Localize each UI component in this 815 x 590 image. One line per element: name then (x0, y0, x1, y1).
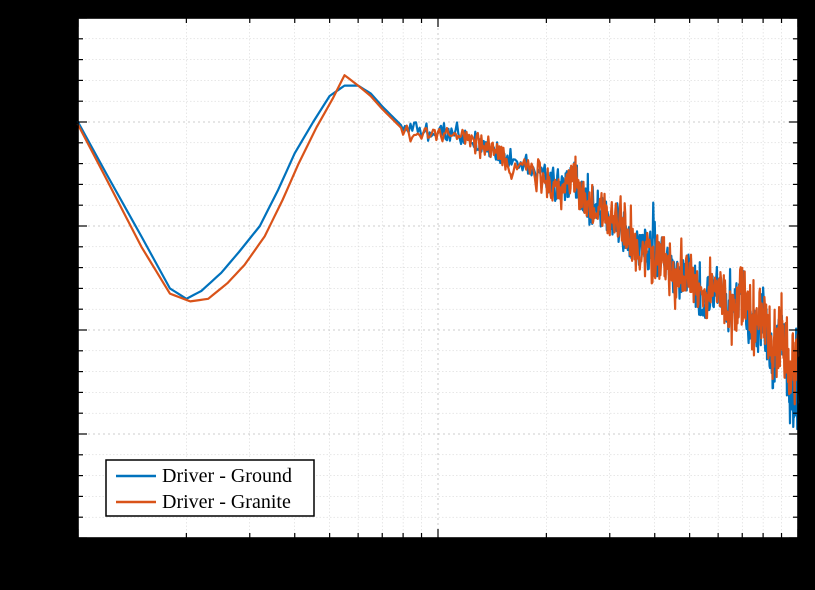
legend-label-ground: Driver - Ground (162, 465, 292, 487)
legend-label-granite: Driver - Granite (162, 491, 291, 513)
chart-container: { "chart_data": { "type": "line", "title… (0, 0, 815, 590)
legend: Driver - Ground Driver - Granite (106, 460, 314, 516)
line-chart: Driver - Ground Driver - Granite (0, 0, 815, 590)
